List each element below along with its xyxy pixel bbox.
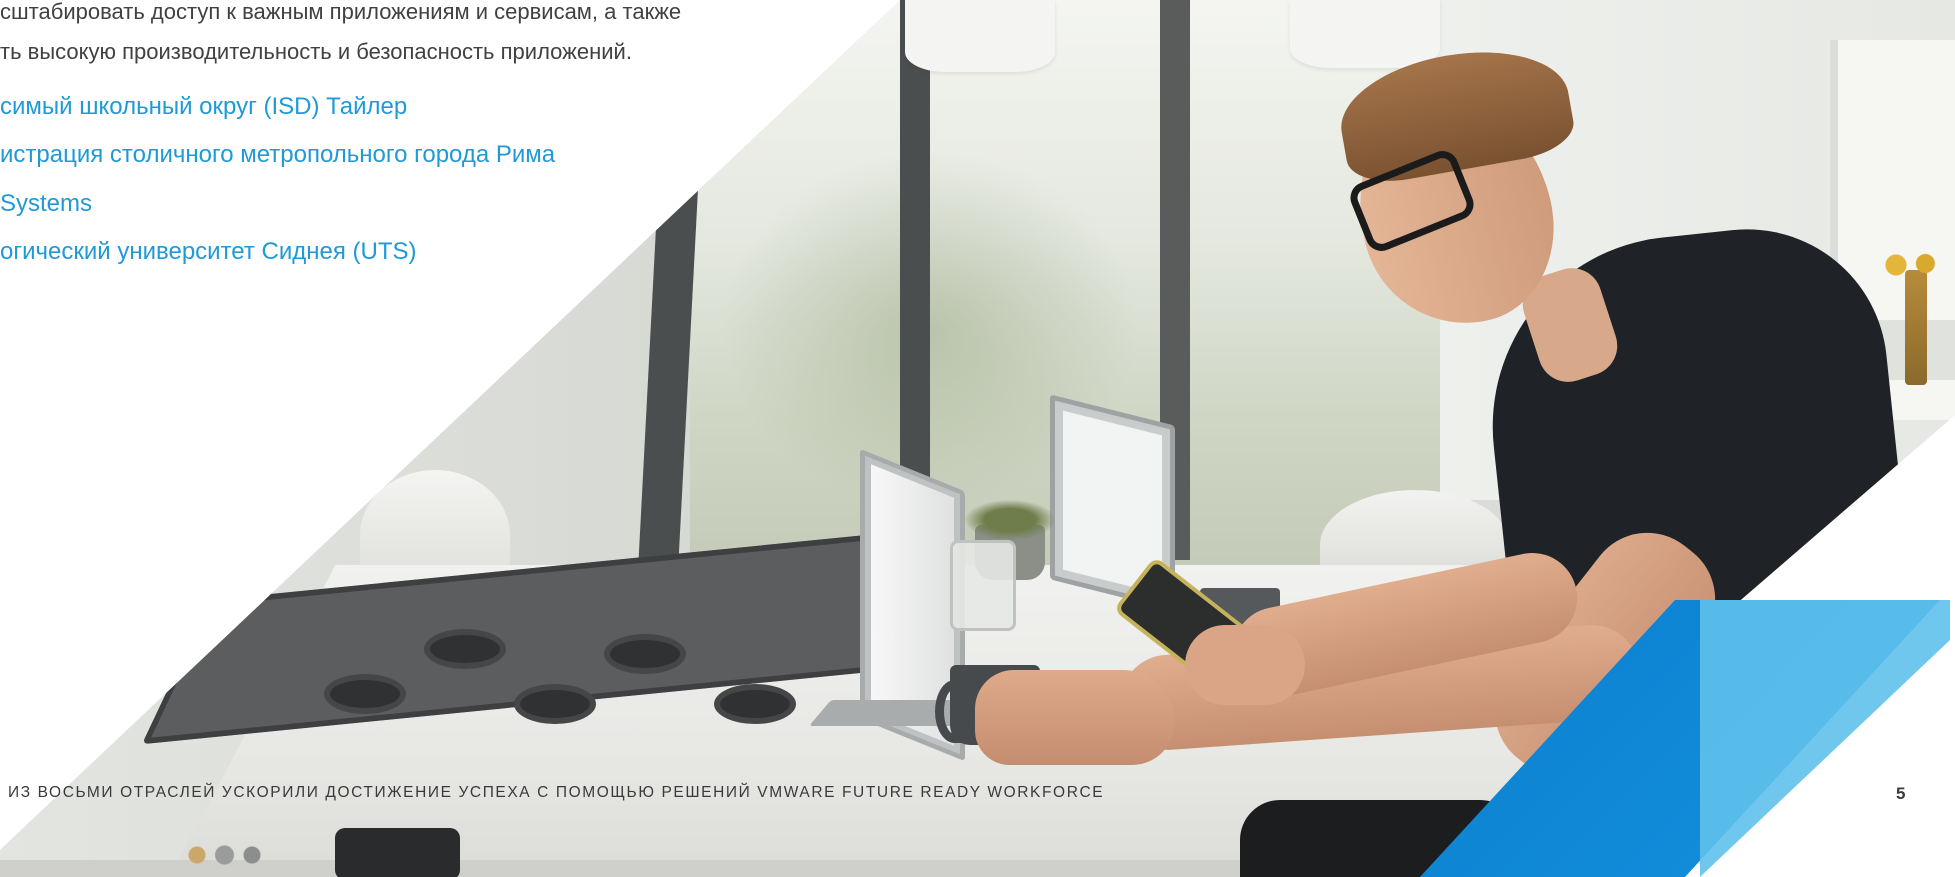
body-line: сштабировать доступ к важным приложениям…: [0, 0, 682, 24]
photo-flowers: [1875, 250, 1945, 280]
kitchen-photo: [0, 0, 1955, 877]
mug-handle: [935, 680, 974, 743]
glass-jar: [950, 540, 1016, 631]
page-number: 5: [1896, 784, 1906, 803]
body-line: ть высокую производительность и безопасн…: [0, 39, 632, 64]
cooktop-burner: [720, 690, 790, 718]
customer-link-rome[interactable]: истрация столичного метропольного города…: [0, 139, 555, 171]
photo-vase: [1905, 270, 1927, 385]
customer-link-uts[interactable]: огический университет Сиднея (UTS): [0, 236, 417, 268]
cooktop-burner: [330, 680, 400, 708]
cooktop-burner: [430, 635, 500, 663]
pendant-lamp: [1290, 0, 1440, 68]
man-hand: [1185, 625, 1305, 705]
cooktop-burner: [520, 690, 590, 718]
customer-link-systems[interactable]: Systems: [0, 188, 92, 220]
man-hand-on-mug: [975, 670, 1175, 765]
footer-title: ИЗ ВОСЬМИ ОТРАСЛЕЙ УСКОРИЛИ ДОСТИЖЕНИЕ У…: [8, 784, 1105, 801]
pendant-lamp: [905, 0, 1055, 72]
wallet: [335, 828, 460, 877]
document-page: сштабировать доступ к важным приложениям…: [0, 0, 1955, 877]
plant: [965, 500, 1055, 540]
keys: [175, 840, 285, 870]
light-blue-accent-shape: [1700, 600, 1950, 877]
man-pants: [1240, 800, 1520, 877]
customer-link-tyler-isd[interactable]: симый школьный округ (ISD) Тайлер: [0, 91, 407, 123]
cooktop-burner: [610, 640, 680, 668]
